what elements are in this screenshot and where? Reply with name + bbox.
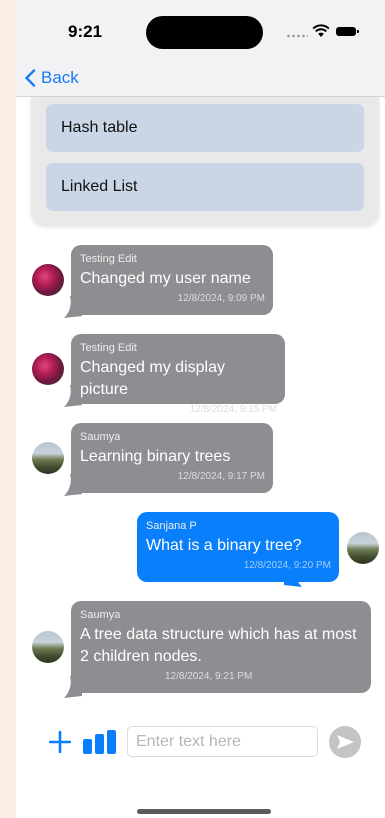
message-sender: Sanjana P bbox=[146, 520, 197, 532]
message-bubble-outgoing[interactable]: Sanjana P What is a binary tree? 12/8/20… bbox=[137, 512, 339, 582]
message-sender: Testing Edit bbox=[80, 253, 137, 265]
message-text: Changed my user name bbox=[80, 270, 251, 287]
message-text: Changed my display picture bbox=[80, 359, 225, 398]
dynamic-island bbox=[146, 16, 263, 49]
message-bubble[interactable]: Testing Edit Changed my user name 12/8/2… bbox=[71, 245, 273, 315]
mountain-avatar[interactable] bbox=[32, 442, 64, 474]
message-input[interactable] bbox=[127, 726, 318, 757]
poll-option-linked-list[interactable]: Linked List bbox=[46, 163, 364, 211]
mountain-avatar[interactable] bbox=[347, 532, 379, 564]
message-sender: Saumya bbox=[80, 431, 121, 443]
poll-card: Hash table Linked List bbox=[31, 97, 379, 225]
poll-option-label: Hash table bbox=[61, 119, 138, 136]
poll-chart-icon[interactable] bbox=[82, 729, 117, 755]
cellular-signal-icon bbox=[286, 34, 308, 38]
status-bar: 9:21 bbox=[16, 0, 385, 64]
message-sender: Testing Edit bbox=[80, 342, 137, 354]
battery-icon bbox=[336, 27, 359, 36]
plus-icon[interactable] bbox=[49, 731, 71, 753]
message-timestamp: 12/8/2024, 9:09 PM bbox=[177, 293, 265, 304]
message-bubble[interactable]: Saumya Learning binary trees 12/8/2024, … bbox=[71, 423, 273, 493]
poll-option-label: Linked List bbox=[61, 178, 138, 195]
poll-option-hash-table[interactable]: Hash table bbox=[46, 104, 364, 152]
flower-avatar[interactable] bbox=[32, 353, 64, 385]
message-timestamp: 12/8/2024, 9:20 PM bbox=[243, 560, 331, 571]
phone-screen: 9:21 Back Hash table Linked List Testing… bbox=[16, 0, 385, 818]
message-text: What is a binary tree? bbox=[146, 537, 302, 554]
message-timestamp: 12/8/2024, 9:17 PM bbox=[177, 471, 265, 482]
back-button[interactable]: Back bbox=[24, 66, 79, 90]
flower-avatar[interactable] bbox=[32, 264, 64, 296]
status-time: 9:21 bbox=[68, 22, 103, 41]
home-indicator bbox=[137, 809, 271, 814]
message-text: Learning binary trees bbox=[80, 448, 231, 465]
wifi-icon bbox=[312, 24, 330, 37]
message-bubble[interactable]: Testing Edit Changed my display picture … bbox=[71, 334, 285, 415]
navigation-bar: Back bbox=[16, 64, 385, 97]
message-timestamp: 12/8/2024, 9:21 PM bbox=[165, 671, 253, 682]
message-sender: Saumya bbox=[80, 609, 121, 621]
chevron-left-icon bbox=[25, 69, 36, 87]
message-timestamp: 12/8/2024, 9:15 PM bbox=[189, 404, 277, 415]
mountain-avatar[interactable] bbox=[32, 631, 64, 663]
back-label: Back bbox=[41, 68, 79, 87]
message-bubble[interactable]: Saumya A tree data structure which has a… bbox=[71, 601, 371, 693]
message-text: A tree data structure which has at most … bbox=[80, 626, 357, 665]
send-button[interactable] bbox=[329, 726, 361, 758]
send-icon bbox=[337, 735, 354, 749]
